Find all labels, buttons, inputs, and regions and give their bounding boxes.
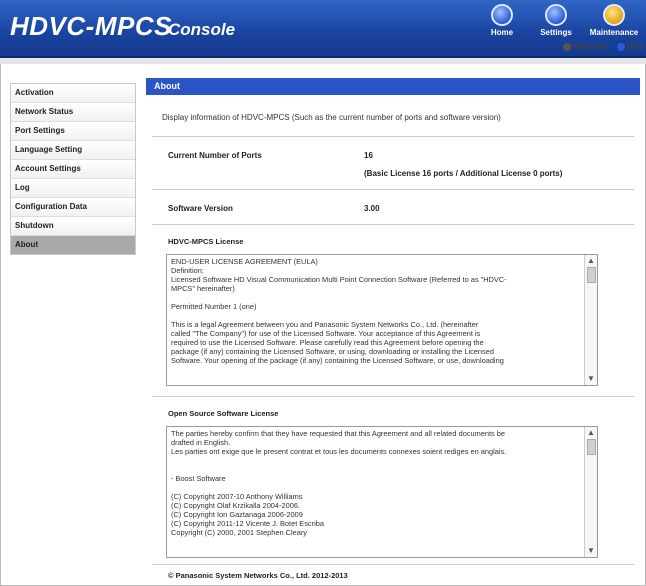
header-links: Message Help: [555, 42, 644, 51]
license-line: called "The Company") for use of the Lic…: [171, 329, 481, 338]
section-title: About: [146, 78, 640, 95]
sidebar-item-port-settings[interactable]: Port Settings: [11, 122, 135, 141]
license-line: END-USER LICENSE AGREEMENT (EULA): [171, 257, 318, 266]
maintenance-button[interactable]: Maintenance: [588, 4, 640, 37]
oss-line: drafted in English.: [171, 438, 231, 447]
scroll-down-icon[interactable]: ▼: [587, 375, 595, 383]
license-line: required to use the Licensed Software. P…: [171, 338, 484, 347]
sidebar-item-shutdown[interactable]: Shutdown: [11, 217, 135, 236]
oss-line: Les parties ont exige que le present con…: [171, 447, 507, 456]
maintenance-label: Maintenance: [589, 28, 639, 37]
sidebar: Activation Network Status Port Settings …: [10, 83, 136, 255]
header-subbar: [0, 58, 646, 64]
sidebar-item-about[interactable]: About: [11, 236, 135, 254]
license-line: Software. Your opening of the package (i…: [171, 356, 504, 365]
home-label: Home: [490, 28, 514, 37]
version-value: 3.00: [364, 204, 380, 213]
license-line: [171, 311, 581, 320]
license-line: MPCS" hereinafter): [171, 284, 235, 293]
sidebar-item-configuration-data[interactable]: Configuration Data: [11, 198, 135, 217]
page-description: Display information of HDVC-MPCS (Such a…: [162, 113, 501, 122]
oss-textarea[interactable]: The parties hereby confirm that they hav…: [166, 426, 598, 558]
oss-line: (C) Copyright Olaf Krzikalla 2004-2006.: [171, 501, 300, 510]
scroll-up-icon[interactable]: ▲: [587, 257, 595, 265]
maintenance-icon: [603, 4, 625, 26]
oss-text: The parties hereby confirm that they hav…: [171, 429, 581, 537]
sidebar-item-activation[interactable]: Activation: [11, 84, 135, 103]
version-row: Software Version 3.00: [146, 190, 640, 224]
help-icon: [616, 42, 625, 51]
page-title: Console: [168, 20, 236, 39]
oss-line: - Boost Software: [171, 474, 226, 483]
license-text: END-USER LICENSE AGREEMENT (EULA) Definit…: [171, 257, 581, 365]
ports-value: 16: [364, 151, 373, 160]
sidebar-item-account-settings[interactable]: Account Settings: [11, 160, 135, 179]
sidebar-item-log[interactable]: Log: [11, 179, 135, 198]
home-button[interactable]: Home: [476, 4, 528, 37]
oss-heading: Open Source Software License: [168, 409, 279, 418]
copyright-text: © Panasonic System Networks Co., Ltd. 20…: [168, 571, 348, 580]
scroll-thumb[interactable]: [587, 267, 596, 283]
license-scrollbar[interactable]: ▲ ▼: [584, 255, 597, 385]
license-line: Definition:: [171, 266, 204, 275]
oss-line: Copyright (C) 2000, 2001 Stephen Cleary: [171, 528, 307, 537]
oss-line: (C) Copyright Ion Gaztanaga 2006-2009: [171, 510, 303, 519]
home-icon: [491, 4, 513, 26]
oss-line: (C) Copyright 2011-12 Vicente J. Botet E…: [171, 519, 324, 528]
version-label: Software Version: [168, 204, 233, 213]
oss-line: [171, 483, 581, 492]
message-icon: [562, 42, 571, 51]
sidebar-item-network-status[interactable]: Network Status: [11, 103, 135, 122]
license-line: Permitted Number 1 (one): [171, 302, 257, 311]
oss-scrollbar[interactable]: ▲ ▼: [584, 427, 597, 557]
oss-line: (C) Copyright 2007-10 Anthony Williams: [171, 492, 303, 501]
scroll-thumb[interactable]: [587, 439, 596, 455]
ports-row: Current Number of Ports 16 (Basic Licens…: [146, 137, 640, 178]
message-link[interactable]: Message: [562, 42, 606, 51]
sidebar-item-language-setting[interactable]: Language Setting: [11, 141, 135, 160]
license-heading: HDVC-MPCS License: [168, 237, 244, 246]
scroll-down-icon[interactable]: ▼: [587, 547, 595, 555]
brand-logo: HDVC-MPCS: [10, 11, 172, 41]
oss-line: [171, 456, 581, 465]
help-link[interactable]: Help: [616, 42, 644, 51]
ports-detail: (Basic License 16 ports / Additional Lic…: [364, 169, 563, 178]
license-line: Licensed Software HD Visual Communicatio…: [171, 275, 507, 284]
divider: [152, 396, 634, 397]
divider: [152, 224, 634, 225]
settings-label: Settings: [540, 28, 572, 37]
oss-line: The parties hereby confirm that they hav…: [171, 429, 506, 438]
license-line: package (if any) containing the Licensed…: [171, 347, 494, 356]
license-textarea[interactable]: END-USER LICENSE AGREEMENT (EULA) Definit…: [166, 254, 598, 386]
main-content: About Display information of HDVC-MPCS (…: [146, 78, 640, 580]
ports-label: Current Number of Ports: [168, 151, 262, 160]
settings-button[interactable]: Settings: [530, 4, 582, 37]
license-line: [171, 293, 581, 302]
settings-icon: [545, 4, 567, 26]
oss-line: [171, 465, 581, 474]
scroll-up-icon[interactable]: ▲: [587, 429, 595, 437]
header-bar: HDVC-MPCS Console Home Settings Maintena…: [0, 0, 646, 58]
divider: [152, 564, 634, 565]
license-line: This is a legal Agreement between you an…: [171, 320, 479, 329]
